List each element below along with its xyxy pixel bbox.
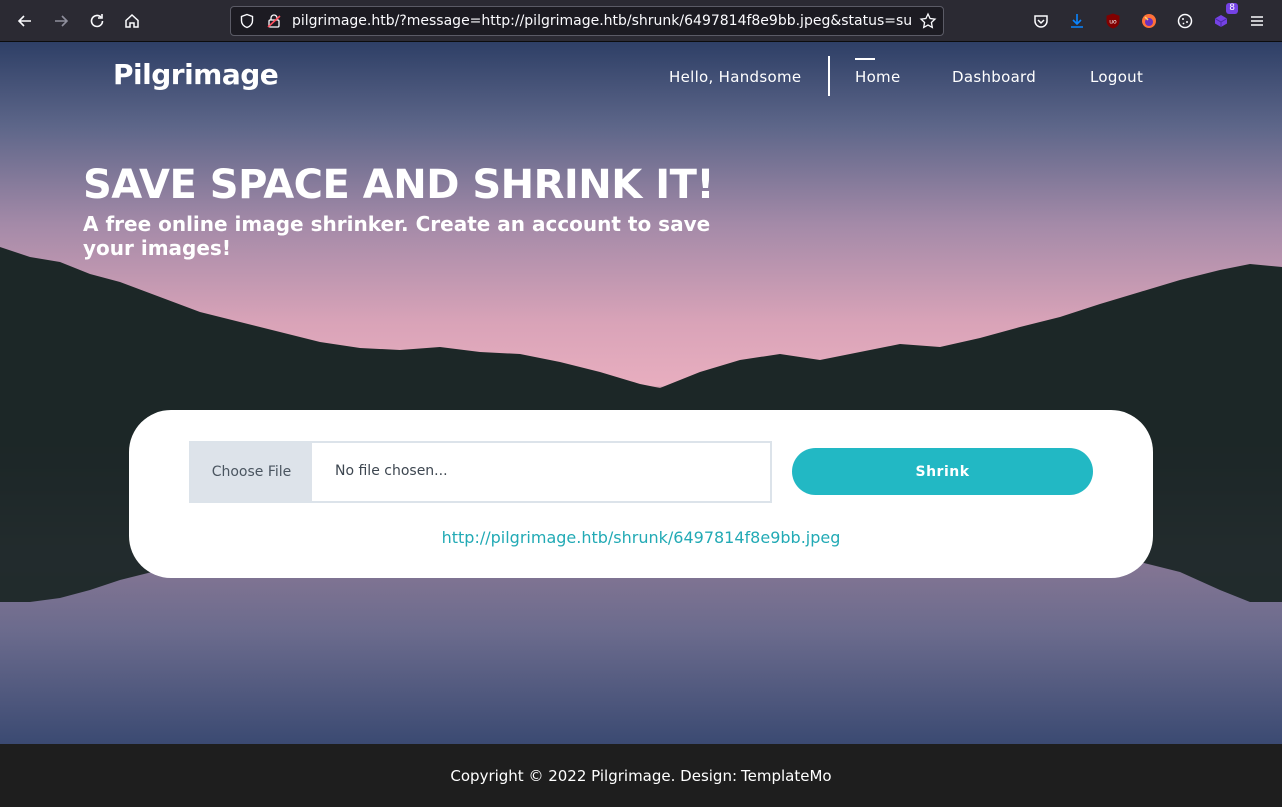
- extension-badge: 8: [1226, 3, 1238, 14]
- home-icon[interactable]: [117, 6, 147, 36]
- page-viewport: Pilgrimage Hello, Handsome Home Dashboar…: [0, 42, 1282, 744]
- lock-warning-icon[interactable]: [266, 13, 282, 33]
- browser-toolbar: pilgrimage.htb/?message=http://pilgrimag…: [0, 0, 1282, 42]
- shrink-button[interactable]: Shrink: [792, 448, 1093, 495]
- menu-icon[interactable]: [1242, 6, 1272, 36]
- file-input[interactable]: Choose File No file chosen...: [189, 441, 772, 503]
- forward-icon[interactable]: [46, 6, 76, 36]
- nav-dashboard[interactable]: Dashboard: [952, 68, 1036, 86]
- user-greeting: Hello, Handsome: [669, 68, 802, 86]
- file-status-text: No file chosen...: [335, 463, 448, 479]
- cookie-icon[interactable]: [1170, 6, 1200, 36]
- nav-active-indicator: [855, 58, 875, 60]
- url-text[interactable]: pilgrimage.htb/?message=http://pilgrimag…: [292, 13, 912, 29]
- upload-card: Choose File No file chosen... Shrink htt…: [129, 410, 1153, 578]
- hero-title: SAVE SPACE AND SHRINK IT!: [83, 162, 715, 208]
- download-icon[interactable]: [1062, 6, 1092, 36]
- nav-logout[interactable]: Logout: [1090, 68, 1143, 86]
- nav-home[interactable]: Home: [855, 68, 901, 86]
- back-icon[interactable]: [10, 6, 40, 36]
- hero-subtitle: A free online image shrinker. Create an …: [83, 212, 711, 260]
- footer: Copyright © 2022 Pilgrimage. Design: Tem…: [0, 744, 1282, 807]
- main-nav: Hello, Handsome Home Dashboard Logout: [0, 42, 1282, 112]
- choose-file-button[interactable]: Choose File: [191, 443, 312, 501]
- ublock-icon[interactable]: uo: [1098, 6, 1128, 36]
- mountain-lake-background: [0, 247, 1282, 602]
- bookmark-star-icon[interactable]: [919, 12, 937, 34]
- shield-icon[interactable]: [239, 13, 255, 33]
- templatemo-link[interactable]: TemplateMo: [741, 767, 832, 785]
- shrunk-image-link[interactable]: http://pilgrimage.htb/shrunk/6497814f8e9…: [129, 528, 1153, 547]
- firefox-extension-icon[interactable]: [1134, 6, 1164, 36]
- svg-text:uo: uo: [1109, 19, 1117, 26]
- extension-cube-icon[interactable]: 8: [1206, 3, 1238, 36]
- pocket-icon[interactable]: [1026, 6, 1056, 36]
- address-bar[interactable]: pilgrimage.htb/?message=http://pilgrimag…: [230, 6, 944, 36]
- copyright-text: Copyright © 2022 Pilgrimage. Design:: [450, 766, 738, 785]
- nav-divider: [828, 56, 830, 96]
- reload-icon[interactable]: [82, 6, 112, 36]
